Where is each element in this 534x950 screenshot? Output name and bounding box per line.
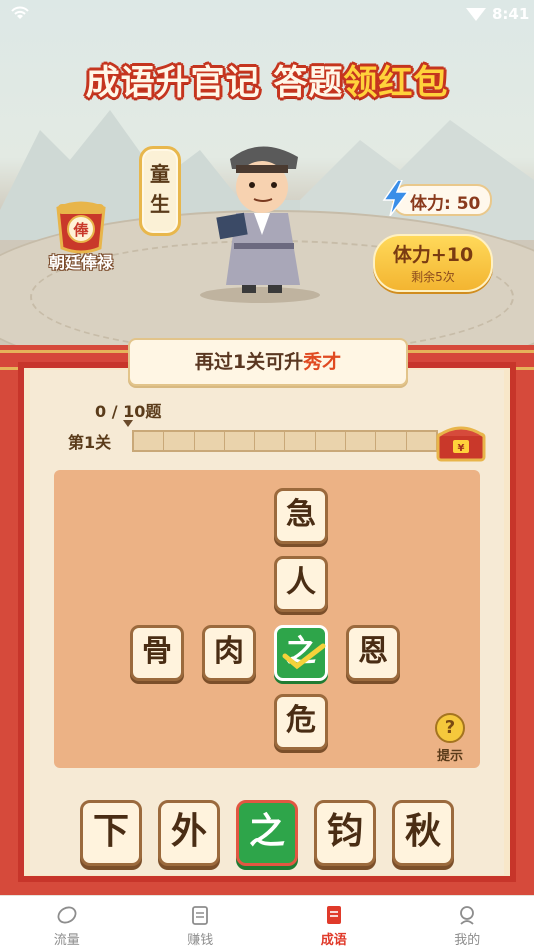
progress-bar — [132, 430, 438, 452]
answer-option[interactable]: 秋 — [392, 800, 454, 866]
signal-icon — [466, 6, 486, 22]
hint-button[interactable]: ? 提示 — [432, 713, 468, 765]
nav-label: 成语 — [267, 929, 401, 948]
status-bar: 8:41 — [0, 0, 534, 28]
nav-item-chengyu[interactable]: 成语 — [267, 896, 401, 950]
idiom-puzzle-area — [54, 470, 480, 768]
progress-segment — [407, 432, 436, 450]
game-title: 成语升官记 答题领红包 — [0, 55, 534, 104]
level-label: 第1关 — [68, 429, 111, 453]
bottom-nav: 流量 赚钱 成语 我的 — [0, 895, 534, 950]
salary-label: 朝廷俸禄 — [40, 249, 122, 273]
chest-currency-char: ¥ — [458, 443, 465, 454]
reward-chest-icon[interactable]: ¥ — [434, 420, 488, 464]
rank-char-2: 生 — [142, 189, 178, 219]
energy-label: 体力: 50 — [410, 189, 480, 214]
question-count: 0 / 10题 — [95, 398, 161, 422]
answer-option[interactable]: 钧 — [314, 800, 376, 866]
nav-item-wode[interactable]: 我的 — [401, 896, 534, 950]
progress-segment — [255, 432, 285, 450]
progress-segment — [195, 432, 225, 450]
answer-option-selected[interactable]: 之 — [236, 800, 298, 866]
title-text: 成语升官记 答题 — [86, 63, 344, 103]
progress-segment — [134, 432, 164, 450]
question-icon: ? — [435, 713, 465, 743]
nav-item-zhuanqian[interactable]: 赚钱 — [134, 896, 268, 950]
puzzle-tile: 恩 — [346, 625, 400, 681]
salary-bag-icon: 俸 — [50, 198, 112, 256]
nav-item-liuliang[interactable]: 流量 — [0, 896, 134, 950]
wifi-icon — [10, 5, 30, 21]
progress-segment — [285, 432, 315, 450]
progress-marker — [123, 420, 133, 427]
progress-segment — [164, 432, 194, 450]
progress-segment — [376, 432, 406, 450]
nav-label: 流量 — [0, 929, 134, 948]
energy-bonus-remaining: 剩余5次 — [375, 268, 491, 285]
salary-badge[interactable]: 俸 朝廷俸禄 — [46, 198, 116, 268]
energy-bonus-label: 体力+10 — [375, 240, 491, 267]
energy-display: 体力: 50 — [392, 184, 492, 216]
nav-label: 我的 — [401, 929, 534, 948]
promotion-banner: 再过1关可升秀才 — [128, 338, 408, 386]
person-icon — [456, 904, 478, 926]
progress-segment — [346, 432, 376, 450]
answer-option[interactable]: 下 — [80, 800, 142, 866]
book-icon — [323, 904, 345, 926]
puzzle-tile: 肉 — [202, 625, 256, 681]
progress-segment — [225, 432, 255, 450]
nav-label: 赚钱 — [134, 929, 268, 948]
puzzle-tile: 骨 — [130, 625, 184, 681]
lightning-icon — [382, 180, 410, 216]
check-icon — [281, 642, 327, 672]
scholar-character — [188, 135, 328, 305]
rank-sign: 童 生 — [139, 146, 181, 236]
salary-badge-char: 俸 — [72, 221, 89, 239]
puzzle-tile: 危 — [274, 694, 328, 750]
status-time: 8:41 — [492, 5, 529, 23]
puzzle-tile: 人 — [274, 556, 328, 612]
title-highlight: 领红包 — [343, 63, 448, 103]
banner-text: 再过1关可升 — [195, 351, 303, 373]
puzzle-tile-filled[interactable]: 之 — [274, 625, 328, 681]
banner-rank: 秀才 — [303, 351, 341, 373]
leaf-icon — [56, 904, 78, 926]
answer-option[interactable]: 外 — [158, 800, 220, 866]
document-icon — [189, 904, 211, 926]
hint-label: 提示 — [432, 745, 468, 764]
puzzle-tile: 急 — [274, 488, 328, 544]
energy-bonus-button[interactable]: 体力+10 剩余5次 — [373, 234, 493, 292]
progress-segment — [316, 432, 346, 450]
rank-char-1: 童 — [142, 159, 178, 189]
